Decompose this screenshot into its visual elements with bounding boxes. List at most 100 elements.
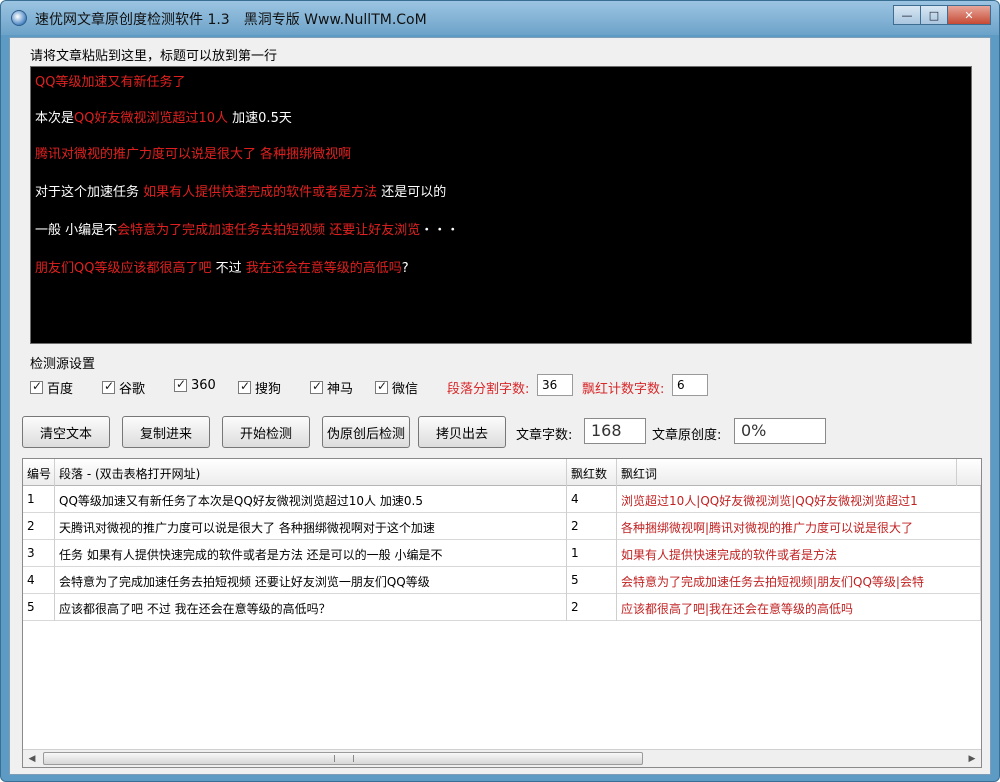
table-row[interactable]: 3 任务 如果有人提供快速完成的软件或者是方法 还是可以的一般 小编是不 1 如… bbox=[23, 540, 981, 567]
row-keywords: 会特意为了完成加速任务去拍短视频|朋友们QQ等级|会特 bbox=[617, 567, 981, 594]
editor-line-5: 一般 小编是不会特意为了完成加速任务去拍短视频 还要让好友浏览・・・ bbox=[35, 219, 459, 238]
editor-text-segment: 本次是 bbox=[35, 111, 75, 126]
clear-text-button[interactable]: 清空文本 bbox=[22, 416, 110, 448]
row-no: 5 bbox=[23, 594, 55, 621]
results-table[interactable]: 编号 段落 - (双击表格打开网址) 飘红数 飘红词 1 QQ等级加速又有新任务… bbox=[22, 458, 982, 768]
source-sogou-checkbox[interactable]: 搜狗 bbox=[238, 378, 281, 397]
editor-text-segment: 对于这个加速任务 bbox=[35, 185, 144, 200]
row-count: 5 bbox=[567, 567, 617, 594]
split-count-label: 段落分割字数: bbox=[447, 382, 530, 397]
row-paragraph: 天腾讯对微视的推广力度可以说是很大了 各种捆绑微视啊对于这个加速 bbox=[55, 513, 567, 540]
row-count: 2 bbox=[567, 594, 617, 621]
app-icon bbox=[11, 10, 27, 26]
editor-line-2: 本次是QQ好友微视浏览超过10人 加速0.5天 bbox=[35, 107, 292, 126]
editor-line-4: 对于这个加速任务 如果有人提供快速完成的软件或者是方法 还是可以的 bbox=[35, 181, 446, 200]
minimize-button[interactable]: — bbox=[893, 5, 921, 25]
row-keywords: 各种捆绑微视啊|腾讯对微视的推广力度可以说是很大了 bbox=[617, 513, 981, 540]
editor-text-segment: QQ等级加速又有新任务了 bbox=[35, 75, 186, 90]
source-label: 微信 bbox=[392, 382, 419, 397]
editor-text-segment: 加速0.5天 bbox=[228, 111, 292, 126]
horizontal-scrollbar[interactable]: ◀ ▶ bbox=[23, 749, 981, 767]
check-icon bbox=[238, 379, 251, 394]
source-label: 神马 bbox=[327, 382, 354, 397]
table-row[interactable]: 4 会特意为了完成加速任务去拍短视频 还要让好友浏览一朋友们QQ等级 5 会特意… bbox=[23, 567, 981, 594]
row-count: 1 bbox=[567, 540, 617, 567]
row-paragraph: 会特意为了完成加速任务去拍短视频 还要让好友浏览一朋友们QQ等级 bbox=[55, 567, 567, 594]
copy-out-button[interactable]: 拷贝出去 bbox=[418, 416, 506, 448]
check-icon bbox=[30, 379, 43, 394]
word-count-field[interactable]: 168 bbox=[584, 418, 646, 444]
row-paragraph: 应该都很高了吧 不过 我在还会在意等级的高低吗？ bbox=[55, 594, 567, 621]
table-row[interactable]: 2 天腾讯对微视的推广力度可以说是很大了 各种捆绑微视啊对于这个加速 2 各种捆… bbox=[23, 513, 981, 540]
grip-icon bbox=[334, 755, 354, 762]
row-no: 4 bbox=[23, 567, 55, 594]
editor-text-segment: 还是可以的 bbox=[377, 185, 447, 200]
source-google-checkbox[interactable]: 谷歌 bbox=[102, 378, 145, 397]
row-no: 1 bbox=[23, 486, 55, 513]
mark-count-label: 飘红计数字数: bbox=[582, 382, 665, 397]
row-keywords: 应该都很高了吧|我在还会在意等级的高低吗 bbox=[617, 594, 981, 621]
scroll-right-icon[interactable]: ▶ bbox=[963, 750, 981, 767]
header-mark-count[interactable]: 飘红数 bbox=[567, 459, 617, 486]
client-area: 请将文章粘贴到这里，标题可以放到第一行 QQ等级加速又有新任务了 本次是QQ好友… bbox=[9, 37, 991, 775]
editor-label: 请将文章粘贴到这里，标题可以放到第一行 bbox=[30, 49, 278, 64]
header-no[interactable]: 编号 bbox=[23, 459, 55, 486]
mark-count-input[interactable]: 6 bbox=[672, 374, 708, 396]
source-baidu-checkbox[interactable]: 百度 bbox=[30, 378, 73, 397]
source-label: 搜狗 bbox=[255, 382, 282, 397]
start-check-button[interactable]: 开始检测 bbox=[222, 416, 310, 448]
originality-label: 文章原创度: bbox=[652, 428, 722, 443]
title-bar[interactable]: 速优网文章原创度检测软件 1.3 黑洞专版 Www.NullTM.CoM — □… bbox=[1, 1, 999, 35]
row-keywords: 如果有人提供快速完成的软件或者是方法 bbox=[617, 540, 981, 567]
source-weixin-checkbox[interactable]: 微信 bbox=[375, 378, 418, 397]
window-controls: — □ ✕ bbox=[893, 5, 991, 25]
editor-line-6: 朋友们QQ等级应该都很高了吧 不过 我在还会在意等级的高低吗? bbox=[35, 257, 409, 276]
row-keywords: 浏览超过10人|QQ好友微视浏览|QQ好友微视浏览超过1 bbox=[617, 486, 981, 513]
editor-text-segment: QQ好友微视浏览超过10人 bbox=[74, 111, 229, 126]
originality-field[interactable]: 0% bbox=[734, 418, 826, 444]
check-icon bbox=[174, 377, 187, 392]
editor-line-1: QQ等级加速又有新任务了 bbox=[35, 71, 185, 90]
source-label: 百度 bbox=[47, 382, 74, 397]
header-mark-words[interactable]: 飘红词 bbox=[617, 459, 957, 486]
editor-text-segment: 一般 小编是不 bbox=[35, 223, 118, 238]
table-header: 编号 段落 - (双击表格打开网址) 飘红数 飘红词 bbox=[23, 459, 981, 486]
sources-label: 检测源设置 bbox=[30, 357, 96, 372]
row-count: 4 bbox=[567, 486, 617, 513]
source-label: 谷歌 bbox=[119, 382, 146, 397]
editor-line-3: 腾讯对微视的推广力度可以说是很大了 各种捆绑微视啊 bbox=[35, 143, 351, 162]
paste-in-button[interactable]: 复制进来 bbox=[122, 416, 210, 448]
row-paragraph: QQ等级加速又有新任务了本次是QQ好友微视浏览超过10人 加速0.5 bbox=[55, 486, 567, 513]
table-row[interactable]: 1 QQ等级加速又有新任务了本次是QQ好友微视浏览超过10人 加速0.5 4 浏… bbox=[23, 486, 981, 513]
row-count: 2 bbox=[567, 513, 617, 540]
article-textarea[interactable]: QQ等级加速又有新任务了 本次是QQ好友微视浏览超过10人 加速0.5天 腾讯对… bbox=[30, 66, 972, 344]
source-shenma-checkbox[interactable]: 神马 bbox=[310, 378, 353, 397]
header-paragraph[interactable]: 段落 - (双击表格打开网址) bbox=[55, 459, 567, 486]
word-count-label: 文章字数: bbox=[516, 428, 573, 443]
editor-text-segment: 不过 bbox=[211, 261, 246, 276]
row-no: 3 bbox=[23, 540, 55, 567]
source-360-checkbox[interactable]: 360 bbox=[174, 377, 216, 393]
editor-text-segment: 如果有人提供快速完成的软件或者是方法 bbox=[143, 185, 378, 200]
table-row[interactable]: 5 应该都很高了吧 不过 我在还会在意等级的高低吗？ 2 应该都很高了吧|我在还… bbox=[23, 594, 981, 621]
scroll-left-icon[interactable]: ◀ bbox=[23, 750, 41, 767]
source-label: 360 bbox=[191, 378, 216, 393]
window-title: 速优网文章原创度检测软件 1.3 黑洞专版 Www.NullTM.CoM bbox=[35, 12, 427, 28]
row-paragraph: 任务 如果有人提供快速完成的软件或者是方法 还是可以的一般 小编是不 bbox=[55, 540, 567, 567]
editor-text-segment: 腾讯对微视的推广力度可以说是很大了 各种捆绑微视啊 bbox=[35, 147, 352, 162]
editor-text-segment: 我在还会在意等级的高低吗 bbox=[245, 261, 402, 276]
check-icon bbox=[310, 379, 323, 394]
row-no: 2 bbox=[23, 513, 55, 540]
editor-text-segment: 朋友们QQ等级应该都很高了吧 bbox=[35, 261, 212, 276]
editor-text-segment: ? bbox=[401, 261, 409, 276]
pseudo-original-check-button[interactable]: 伪原创后检测 bbox=[322, 416, 410, 448]
editor-text-segment: ・・・ bbox=[420, 223, 460, 238]
editor-text-segment: 会特意为了完成加速任务去拍短视频 还要让好友浏览 bbox=[117, 223, 421, 238]
check-icon bbox=[375, 379, 388, 394]
app-window: 速优网文章原创度检测软件 1.3 黑洞专版 Www.NullTM.CoM — □… bbox=[0, 0, 1000, 782]
split-count-input[interactable]: 36 bbox=[537, 374, 573, 396]
scroll-thumb[interactable] bbox=[43, 752, 643, 765]
maximize-button[interactable]: □ bbox=[920, 5, 948, 25]
close-button[interactable]: ✕ bbox=[947, 5, 991, 25]
check-icon bbox=[102, 379, 115, 394]
